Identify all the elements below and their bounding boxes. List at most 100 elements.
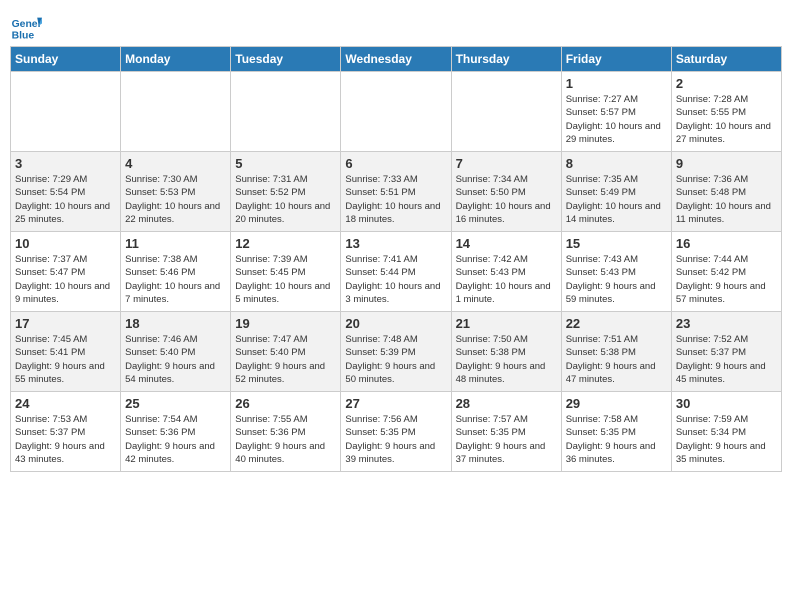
day-number: 29 (566, 396, 667, 411)
weekday-header-tuesday: Tuesday (231, 47, 341, 72)
day-number: 28 (456, 396, 557, 411)
day-info: Sunrise: 7:27 AMSunset: 5:57 PMDaylight:… (566, 93, 667, 146)
calendar-cell: 18 Sunrise: 7:46 AMSunset: 5:40 PMDayligh… (121, 312, 231, 392)
day-info: Sunrise: 7:53 AMSunset: 5:37 PMDaylight:… (15, 413, 116, 466)
calendar-cell: 11 Sunrise: 7:38 AMSunset: 5:46 PMDayligh… (121, 232, 231, 312)
day-info: Sunrise: 7:48 AMSunset: 5:39 PMDaylight:… (345, 333, 446, 386)
calendar-cell: 21 Sunrise: 7:50 AMSunset: 5:38 PMDayligh… (451, 312, 561, 392)
calendar-cell: 4Sunrise: 7:30 AMSunset: 5:53 PMDaylight… (121, 152, 231, 232)
calendar-cell (11, 72, 121, 152)
calendar-cell: 27 Sunrise: 7:56 AMSunset: 5:35 PMDayligh… (341, 392, 451, 472)
day-number: 9 (676, 156, 777, 171)
day-info: Sunrise: 7:33 AMSunset: 5:51 PMDaylight:… (345, 173, 446, 226)
calendar-cell: 23 Sunrise: 7:52 AMSunset: 5:37 PMDayligh… (671, 312, 781, 392)
day-number: 13 (345, 236, 446, 251)
day-number: 8 (566, 156, 667, 171)
day-number: 2 (676, 76, 777, 91)
day-info: Sunrise: 7:57 AMSunset: 5:35 PMDaylight:… (456, 413, 557, 466)
day-number: 14 (456, 236, 557, 251)
day-info: Sunrise: 7:35 AMSunset: 5:49 PMDaylight:… (566, 173, 667, 226)
day-info: Sunrise: 7:51 AMSunset: 5:38 PMDaylight:… (566, 333, 667, 386)
calendar-cell: 9 Sunrise: 7:36 AMSunset: 5:48 PMDaylight… (671, 152, 781, 232)
day-number: 7 (456, 156, 557, 171)
day-info: Sunrise: 7:37 AMSunset: 5:47 PMDaylight:… (15, 253, 116, 306)
day-number: 15 (566, 236, 667, 251)
calendar-cell (341, 72, 451, 152)
calendar-cell: 13 Sunrise: 7:41 AMSunset: 5:44 PMDayligh… (341, 232, 451, 312)
calendar-cell: 14 Sunrise: 7:42 AMSunset: 5:43 PMDayligh… (451, 232, 561, 312)
day-number: 21 (456, 316, 557, 331)
day-number: 5 (235, 156, 336, 171)
calendar-cell: 16 Sunrise: 7:44 AMSunset: 5:42 PMDayligh… (671, 232, 781, 312)
calendar-cell (231, 72, 341, 152)
calendar-cell: 3Sunrise: 7:29 AMSunset: 5:54 PMDaylight… (11, 152, 121, 232)
day-number: 19 (235, 316, 336, 331)
day-number: 12 (235, 236, 336, 251)
calendar-cell: 2 Sunrise: 7:28 AMSunset: 5:55 PMDaylight… (671, 72, 781, 152)
day-info: Sunrise: 7:28 AMSunset: 5:55 PMDaylight:… (676, 93, 777, 146)
day-info: Sunrise: 7:52 AMSunset: 5:37 PMDaylight:… (676, 333, 777, 386)
logo-icon: General Blue (10, 14, 42, 42)
day-number: 11 (125, 236, 226, 251)
day-number: 30 (676, 396, 777, 411)
calendar-table: SundayMondayTuesdayWednesdayThursdayFrid… (10, 46, 782, 472)
weekday-header-wednesday: Wednesday (341, 47, 451, 72)
day-number: 22 (566, 316, 667, 331)
calendar-cell: 20Sunrise: 7:48 AMSunset: 5:39 PMDayligh… (341, 312, 451, 392)
day-number: 24 (15, 396, 116, 411)
calendar-cell: 30 Sunrise: 7:59 AMSunset: 5:34 PMDayligh… (671, 392, 781, 472)
calendar-cell: 6 Sunrise: 7:33 AMSunset: 5:51 PMDaylight… (341, 152, 451, 232)
day-number: 26 (235, 396, 336, 411)
calendar-cell: 12 Sunrise: 7:39 AMSunset: 5:45 PMDayligh… (231, 232, 341, 312)
calendar-cell: 15 Sunrise: 7:43 AMSunset: 5:43 PMDayligh… (561, 232, 671, 312)
calendar-cell: 22 Sunrise: 7:51 AMSunset: 5:38 PMDayligh… (561, 312, 671, 392)
day-info: Sunrise: 7:59 AMSunset: 5:34 PMDaylight:… (676, 413, 777, 466)
day-info: Sunrise: 7:50 AMSunset: 5:38 PMDaylight:… (456, 333, 557, 386)
day-info: Sunrise: 7:45 AMSunset: 5:41 PMDaylight:… (15, 333, 116, 386)
weekday-header-saturday: Saturday (671, 47, 781, 72)
day-info: Sunrise: 7:44 AMSunset: 5:42 PMDaylight:… (676, 253, 777, 306)
calendar-cell (451, 72, 561, 152)
svg-text:General: General (12, 19, 42, 30)
calendar-cell: 19 Sunrise: 7:47 AMSunset: 5:40 PMDayligh… (231, 312, 341, 392)
weekday-header-thursday: Thursday (451, 47, 561, 72)
day-info: Sunrise: 7:30 AMSunset: 5:53 PMDaylight:… (125, 173, 226, 226)
day-number: 3 (15, 156, 116, 171)
calendar-cell: 8 Sunrise: 7:35 AMSunset: 5:49 PMDaylight… (561, 152, 671, 232)
day-number: 6 (345, 156, 446, 171)
day-info: Sunrise: 7:47 AMSunset: 5:40 PMDaylight:… (235, 333, 336, 386)
day-info: Sunrise: 7:34 AMSunset: 5:50 PMDaylight:… (456, 173, 557, 226)
day-number: 25 (125, 396, 226, 411)
calendar-cell: 7 Sunrise: 7:34 AMSunset: 5:50 PMDaylight… (451, 152, 561, 232)
day-info: Sunrise: 7:41 AMSunset: 5:44 PMDaylight:… (345, 253, 446, 306)
day-info: Sunrise: 7:36 AMSunset: 5:48 PMDaylight:… (676, 173, 777, 226)
day-info: Sunrise: 7:43 AMSunset: 5:43 PMDaylight:… (566, 253, 667, 306)
logo: General Blue (10, 14, 44, 42)
day-number: 17 (15, 316, 116, 331)
day-info: Sunrise: 7:39 AMSunset: 5:45 PMDaylight:… (235, 253, 336, 306)
day-number: 18 (125, 316, 226, 331)
day-info: Sunrise: 7:46 AMSunset: 5:40 PMDaylight:… (125, 333, 226, 386)
day-info: Sunrise: 7:31 AMSunset: 5:52 PMDaylight:… (235, 173, 336, 226)
calendar-cell: 24 Sunrise: 7:53 AMSunset: 5:37 PMDayligh… (11, 392, 121, 472)
day-number: 16 (676, 236, 777, 251)
day-number: 1 (566, 76, 667, 91)
day-info: Sunrise: 7:54 AMSunset: 5:36 PMDaylight:… (125, 413, 226, 466)
header: General Blue (10, 10, 782, 42)
svg-text:Blue: Blue (12, 30, 35, 41)
day-info: Sunrise: 7:55 AMSunset: 5:36 PMDaylight:… (235, 413, 336, 466)
calendar-cell: 10Sunrise: 7:37 AMSunset: 5:47 PMDayligh… (11, 232, 121, 312)
calendar-cell: 5 Sunrise: 7:31 AMSunset: 5:52 PMDaylight… (231, 152, 341, 232)
day-info: Sunrise: 7:42 AMSunset: 5:43 PMDaylight:… (456, 253, 557, 306)
calendar-cell: 26 Sunrise: 7:55 AMSunset: 5:36 PMDayligh… (231, 392, 341, 472)
weekday-header-friday: Friday (561, 47, 671, 72)
day-number: 27 (345, 396, 446, 411)
calendar-cell: 29 Sunrise: 7:58 AMSunset: 5:35 PMDayligh… (561, 392, 671, 472)
day-info: Sunrise: 7:56 AMSunset: 5:35 PMDaylight:… (345, 413, 446, 466)
day-info: Sunrise: 7:38 AMSunset: 5:46 PMDaylight:… (125, 253, 226, 306)
calendar-cell: 17 Sunrise: 7:45 AMSunset: 5:41 PMDayligh… (11, 312, 121, 392)
day-info: Sunrise: 7:58 AMSunset: 5:35 PMDaylight:… (566, 413, 667, 466)
day-number: 23 (676, 316, 777, 331)
calendar-cell (121, 72, 231, 152)
calendar-cell: 1 Sunrise: 7:27 AMSunset: 5:57 PMDaylight… (561, 72, 671, 152)
